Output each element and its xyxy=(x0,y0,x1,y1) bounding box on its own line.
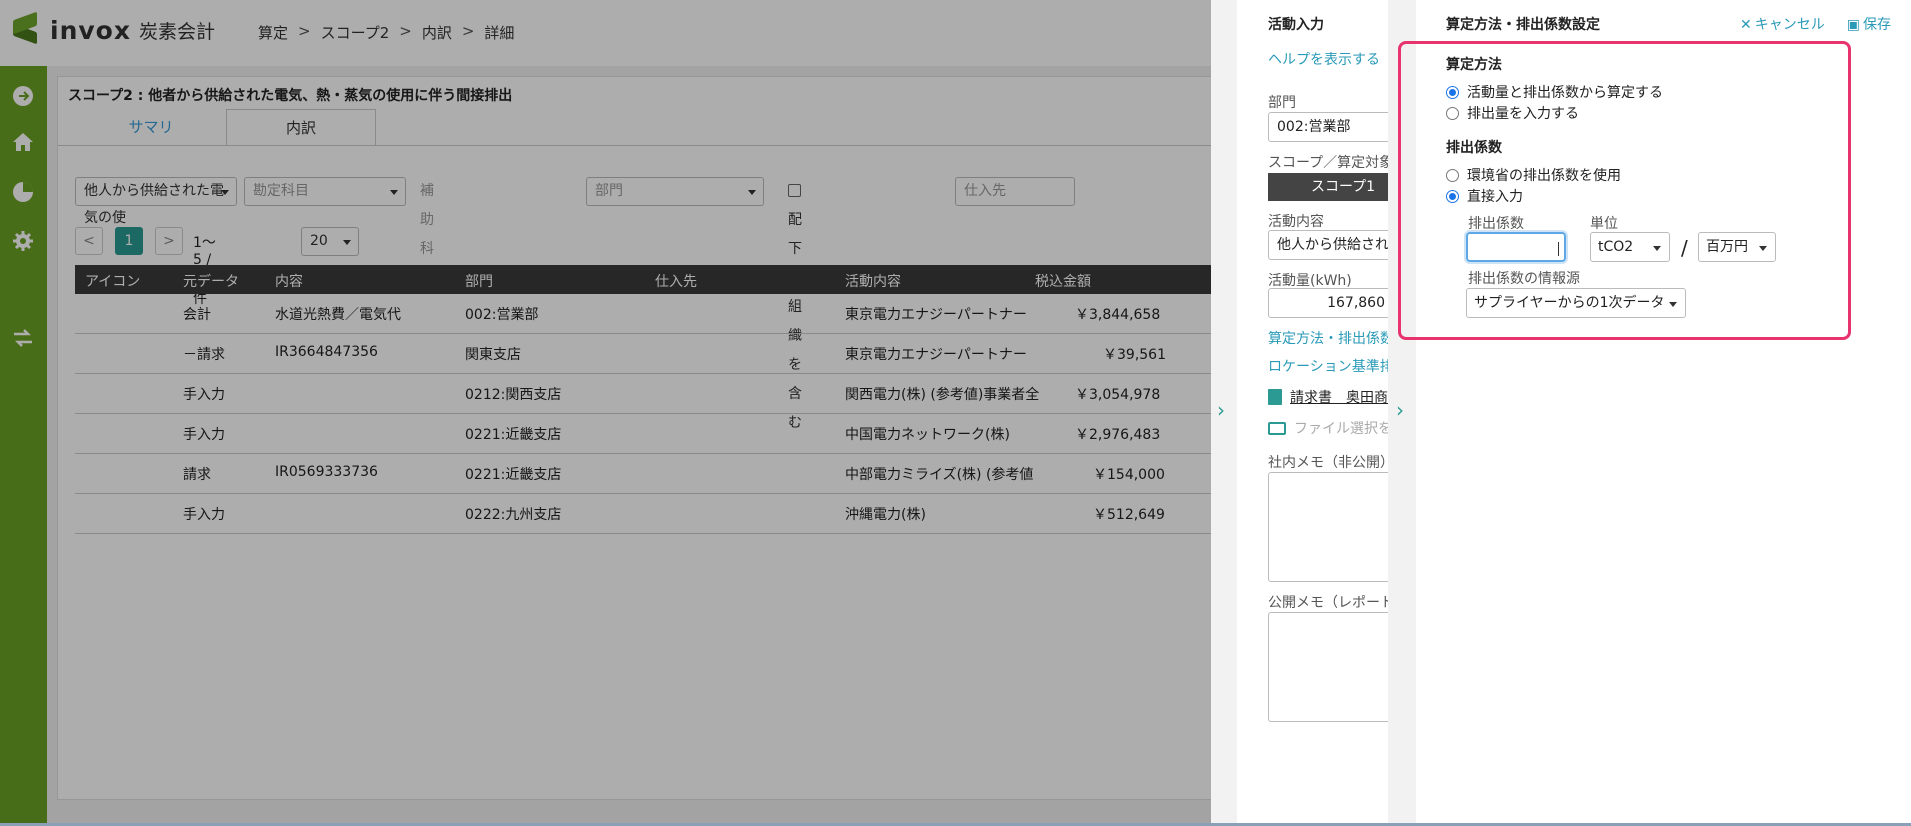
unit-label: 単位 xyxy=(1590,216,1618,232)
content-select[interactable]: 他人から供給され xyxy=(1268,230,1388,260)
internal-memo-textarea[interactable] xyxy=(1268,472,1388,582)
source-select[interactable]: サプライヤーからの1次データ xyxy=(1466,288,1686,318)
amount-field[interactable]: 167,860 xyxy=(1268,288,1388,318)
close-icon: ✕ xyxy=(1740,17,1752,33)
per-unit-select-value: 百万円 xyxy=(1706,239,1748,255)
scope-label: スコープ／算定対象 xyxy=(1268,155,1388,171)
chevron-down-icon xyxy=(1653,246,1661,251)
attachment-link[interactable]: 請求書 奥田商 xyxy=(1290,390,1388,406)
help-link[interactable]: ヘルプを表示する xyxy=(1268,49,1380,69)
method-link[interactable]: 算定方法・排出係数 xyxy=(1268,328,1388,348)
radio-checked-icon xyxy=(1446,189,1459,203)
amount-label: 活動量(kWh) xyxy=(1268,273,1352,289)
per-unit-select[interactable]: 百万円 xyxy=(1698,232,1776,262)
dept-field[interactable]: 002:営業部 xyxy=(1268,112,1388,142)
activity-panel-title: 活動入力 xyxy=(1268,17,1324,33)
save-label: 保存 xyxy=(1863,17,1891,33)
chevron-down-icon xyxy=(1759,246,1767,251)
folder-icon xyxy=(1268,422,1286,435)
trash-icon[interactable] xyxy=(1268,389,1282,405)
modal-backdrop[interactable] xyxy=(0,0,1211,826)
file-select-row[interactable]: ファイル選択を xyxy=(1268,418,1388,438)
chevron-right-icon[interactable]: › xyxy=(1396,398,1404,422)
method-radio-direct[interactable]: 排出量を入力する xyxy=(1446,103,1579,123)
factor-heading: 排出係数 xyxy=(1446,140,1502,156)
emission-settings-panel: 算定方法・排出係数設定 ✕ キャンセル ▣ 保存 算定方法 活動量と排出係数から算定… xyxy=(1398,0,1911,826)
source-select-value: サプライヤーからの1次データ xyxy=(1474,295,1665,311)
panel-gutter: › xyxy=(1211,0,1237,826)
dept-label: 部門 xyxy=(1268,95,1296,111)
factor-radio-direct[interactable]: 直接入力 xyxy=(1446,186,1523,206)
settings-panel-title: 算定方法・排出係数設定 xyxy=(1446,17,1600,33)
radio-unchecked-icon xyxy=(1446,106,1459,120)
activity-input-panel: 活動入力 ヘルプを表示する 部門 002:営業部 スコープ／算定対象 スコープ1… xyxy=(1237,0,1388,826)
save-icon: ▣ xyxy=(1846,17,1860,33)
radio-checked-icon xyxy=(1446,85,1459,99)
cancel-button[interactable]: ✕ キャンセル xyxy=(1740,14,1825,34)
radio-unchecked-icon xyxy=(1446,168,1459,182)
cancel-label: キャンセル xyxy=(1754,17,1825,33)
factor-input[interactable] xyxy=(1466,232,1566,262)
method-option-label: 排出量を入力する xyxy=(1467,106,1579,122)
scope-button[interactable]: スコープ1 xyxy=(1268,173,1388,201)
method-heading: 算定方法 xyxy=(1446,57,1502,73)
chevron-down-icon xyxy=(1669,302,1677,307)
factor-option-label: 環境省の排出係数を使用 xyxy=(1467,168,1621,184)
method-option-label: 活動量と排出係数から算定する xyxy=(1467,85,1663,101)
chevron-right-icon[interactable]: › xyxy=(1217,398,1225,422)
content-label: 活動内容 xyxy=(1268,214,1324,230)
unit-select[interactable]: tCO2 xyxy=(1590,232,1670,262)
source-label: 排出係数の情報源 xyxy=(1468,271,1580,287)
internal-memo-label: 社内メモ（非公開） xyxy=(1268,455,1388,471)
save-button[interactable]: ▣ 保存 xyxy=(1847,14,1891,34)
factor-radio-moe[interactable]: 環境省の排出係数を使用 xyxy=(1446,165,1621,185)
factor-option-label: 直接入力 xyxy=(1467,189,1523,205)
settings-actions: ✕ キャンセル ▣ 保存 xyxy=(1740,14,1891,34)
public-memo-label: 公開メモ（レポート xyxy=(1268,595,1388,611)
location-basis-link[interactable]: ロケーション基準排 xyxy=(1268,356,1388,376)
file-select-label: ファイル選択を xyxy=(1294,421,1388,437)
method-radio-activity[interactable]: 活動量と排出係数から算定する xyxy=(1446,82,1663,102)
unit-select-value: tCO2 xyxy=(1598,239,1634,255)
factor-label: 排出係数 xyxy=(1468,216,1524,232)
public-memo-textarea[interactable] xyxy=(1268,612,1388,722)
attachment-row: 請求書 奥田商 xyxy=(1268,387,1388,407)
text-cursor xyxy=(1558,242,1559,256)
per-separator: / xyxy=(1681,236,1688,260)
